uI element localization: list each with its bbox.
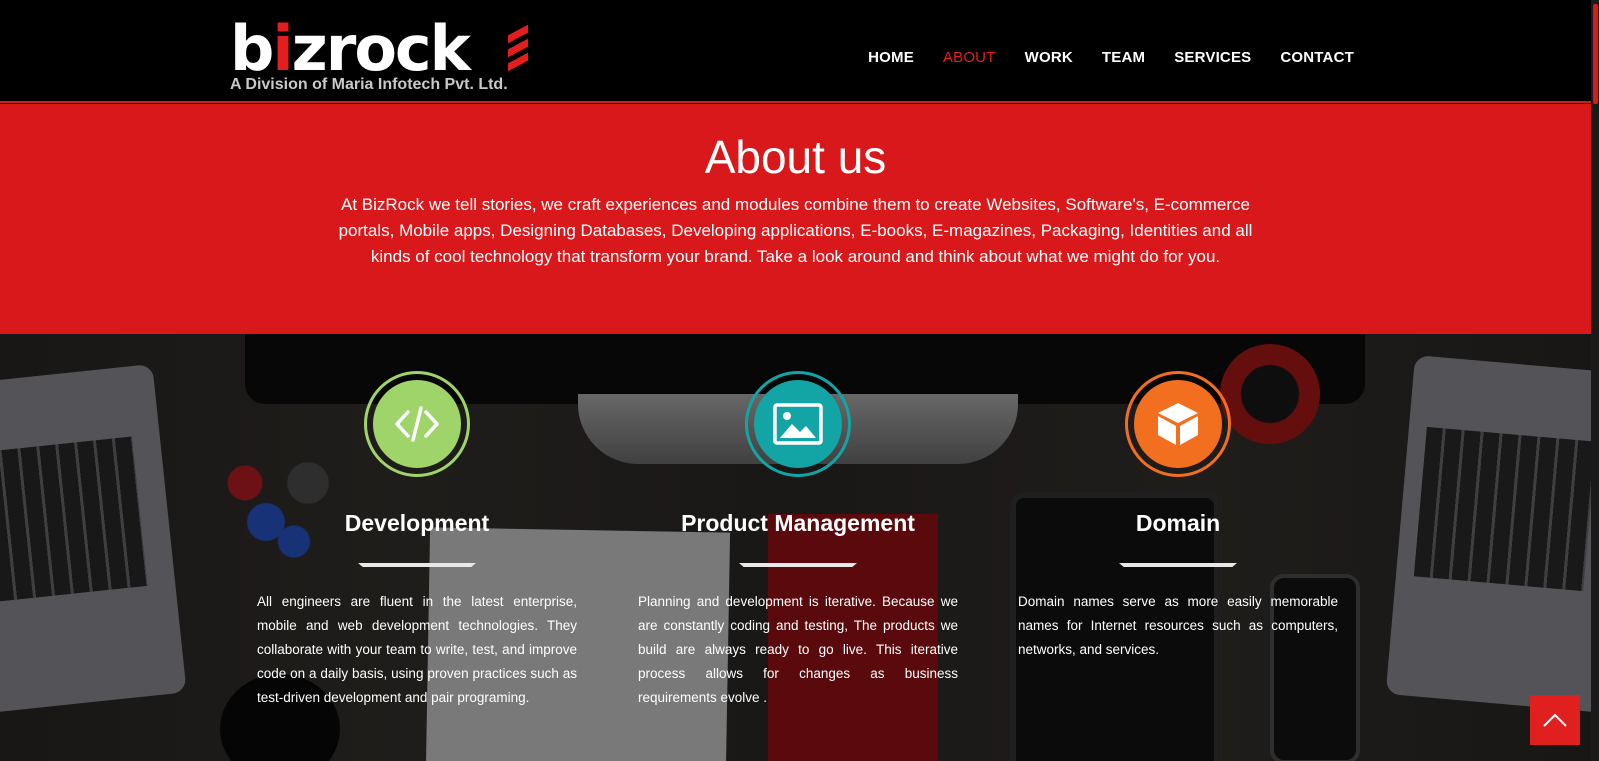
image-icon — [773, 403, 823, 445]
back-to-top-button[interactable] — [1530, 695, 1580, 745]
service-title: Product Management — [681, 510, 915, 536]
chevron-up-icon — [1543, 713, 1567, 727]
cube-icon — [1158, 403, 1198, 445]
nav-home[interactable]: HOME — [868, 49, 914, 66]
service-title: Development — [344, 510, 490, 536]
about-title: About us — [704, 131, 887, 183]
site-logo[interactable]: bizrock A Division of Maria Infotech Pvt… — [230, 18, 530, 96]
nav-contact[interactable]: CONTACT — [1280, 49, 1354, 66]
service-description: All engineers are fluent in the latest e… — [257, 594, 577, 705]
service-cards: Development All engineers are fluent in … — [0, 334, 1591, 761]
site-header: bizrock A Division of Maria Infotech Pvt… — [0, 0, 1599, 103]
about-section: About us At BizRock we tell stories, we … — [0, 104, 1591, 334]
nav-about[interactable]: ABOUT — [943, 49, 996, 66]
service-description: Domain names serve as more easily memora… — [1018, 594, 1338, 657]
services-section: Development All engineers are fluent in … — [0, 334, 1591, 761]
nav-team[interactable]: TEAM — [1102, 49, 1145, 66]
page-scrollbar[interactable] — [1591, 0, 1599, 761]
title-divider — [358, 563, 476, 567]
logo-bars-icon — [508, 24, 528, 72]
service-description: Planning and development is iterative. B… — [638, 594, 958, 705]
title-divider — [739, 563, 857, 567]
service-title: Domain — [1135, 510, 1221, 536]
nav-services[interactable]: SERVICES — [1174, 49, 1251, 66]
main-nav: HOME ABOUT WORK TEAM SERVICES CONTACT — [868, 49, 1354, 66]
code-icon — [395, 406, 439, 442]
about-description: At BizRock we tell stories, we craft exp… — [338, 195, 1253, 266]
service-icon-development[interactable] — [364, 371, 470, 477]
nav-work[interactable]: WORK — [1025, 49, 1073, 66]
logo-tagline: A Division of Maria Infotech Pvt. Ltd. — [230, 76, 508, 93]
scrollbar-thumb[interactable] — [1593, 4, 1598, 104]
title-divider — [1119, 563, 1237, 567]
service-icon-product-management[interactable] — [745, 371, 851, 477]
service-icon-domain[interactable] — [1125, 371, 1231, 477]
logo-wordmark: bizrock — [230, 12, 471, 85]
